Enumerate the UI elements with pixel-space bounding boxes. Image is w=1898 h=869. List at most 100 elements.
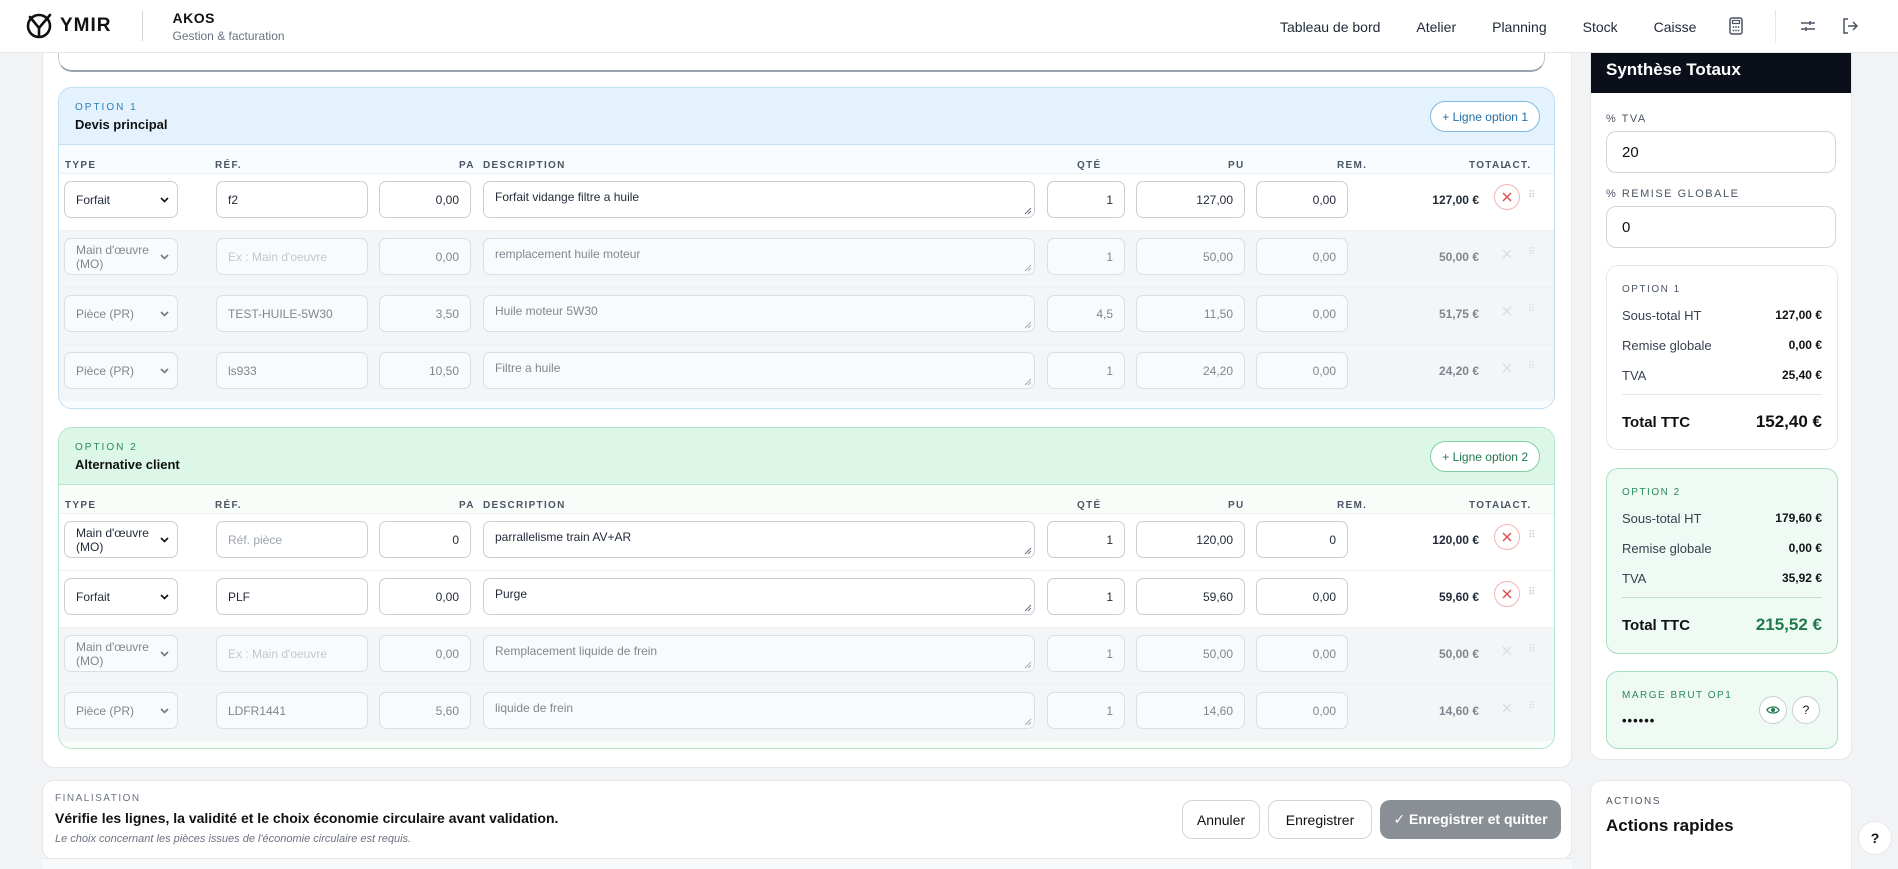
remise-input[interactable]: 0,00 [1256,181,1348,218]
pa-input[interactable]: 0,00 [379,238,471,275]
add-line-option-1-button[interactable]: + Ligne option 1 [1430,101,1540,132]
save-and-quit-button[interactable]: ✓ Enregistrer et quitter [1380,800,1561,839]
delete-line-button[interactable] [1494,298,1520,324]
resize-handle-icon[interactable] [1024,718,1032,726]
qty-input[interactable]: 1 [1047,692,1125,729]
resize-handle-icon[interactable] [1024,264,1032,272]
remise-input[interactable]: 0,00 [1256,295,1348,332]
pu-input[interactable]: 50,00 [1136,635,1245,672]
qty-input[interactable]: 1 [1047,578,1125,615]
type-select[interactable]: Main d'œuvre (MO) [64,635,178,672]
drag-handle-icon[interactable]: ⠿ [1528,588,1535,598]
description-textarea[interactable]: Huile moteur 5W30 [483,295,1035,332]
type-select[interactable]: Main d'œuvre (MO) [64,521,178,558]
sliders-icon[interactable] [1798,16,1818,36]
description-textarea[interactable]: Forfait vidange filtre a huile [483,181,1035,218]
nav-tableau-de-bord[interactable]: Tableau de bord [1280,19,1380,35]
description-textarea[interactable]: Purge [483,578,1035,615]
description-textarea[interactable]: remplacement huile moteur [483,238,1035,275]
pa-input[interactable]: 0 [379,521,471,558]
ref-input[interactable]: LDFR1441 [216,692,368,729]
ref-input[interactable]: ls933 [216,352,368,389]
pa-input[interactable]: 3,50 [379,295,471,332]
pu-input[interactable]: 127,00 [1136,181,1245,218]
pu-input[interactable]: 24,20 [1136,352,1245,389]
remise-input[interactable]: 0,00 [1256,238,1348,275]
pu-input[interactable]: 14,60 [1136,692,1245,729]
remise-input[interactable]: 0 [1256,521,1348,558]
ref-input[interactable]: PLF [216,578,368,615]
logout-icon[interactable] [1840,16,1860,36]
delete-line-button[interactable] [1494,638,1520,664]
type-select[interactable]: Pièce (PR) [64,295,178,332]
pa-input[interactable]: 0,00 [379,578,471,615]
toggle-visibility-button[interactable] [1759,696,1787,724]
type-select[interactable]: Main d'œuvre (MO) [64,238,178,275]
resize-handle-icon[interactable] [1024,604,1032,612]
nav-caisse[interactable]: Caisse [1654,19,1697,35]
qty-input[interactable]: 1 [1047,181,1125,218]
resize-handle-icon[interactable] [1024,547,1032,555]
description-textarea[interactable]: parrallelisme train AV+AR [483,521,1035,558]
pa-input[interactable]: 0,00 [379,635,471,672]
calculator-icon[interactable] [1726,16,1746,36]
description-textarea[interactable]: liquide de frein [483,692,1035,729]
drag-handle-icon[interactable]: ⠿ [1528,531,1535,541]
pa-input[interactable]: 10,50 [379,352,471,389]
qty-input[interactable]: 1 [1047,352,1125,389]
remise-globale-input[interactable]: 0 [1606,206,1836,248]
tva-input[interactable]: 20 [1606,131,1836,173]
add-line-option-2-button[interactable]: + Ligne option 2 [1430,441,1540,472]
drag-handle-icon[interactable]: ⠿ [1528,248,1535,258]
ref-input[interactable]: TEST-HUILE-5W30 [216,295,368,332]
delete-line-button[interactable] [1494,581,1520,607]
type-select[interactable]: Pièce (PR) [64,692,178,729]
qty-input[interactable]: 1 [1047,521,1125,558]
type-select[interactable]: Forfait [64,181,178,218]
delete-line-button[interactable] [1494,695,1520,721]
type-select[interactable]: Forfait [64,578,178,615]
nav-stock[interactable]: Stock [1583,19,1618,35]
drag-handle-icon[interactable]: ⠿ [1528,191,1535,201]
delete-line-button[interactable] [1494,355,1520,381]
qty-input[interactable]: 4,5 [1047,295,1125,332]
resize-handle-icon[interactable] [1024,661,1032,669]
ymir-logo[interactable]: YMIR [24,11,112,41]
help-button[interactable]: ? [1858,821,1892,855]
resize-handle-icon[interactable] [1024,321,1032,329]
delete-line-button[interactable] [1494,184,1520,210]
marge-help-button[interactable]: ? [1792,696,1820,724]
remise-input[interactable]: 0,00 [1256,352,1348,389]
qty-input[interactable]: 1 [1047,238,1125,275]
pa-input[interactable]: 0,00 [379,181,471,218]
drag-handle-icon[interactable]: ⠿ [1528,362,1535,372]
nav-planning[interactable]: Planning [1492,19,1547,35]
drag-handle-icon[interactable]: ⠿ [1528,645,1535,655]
save-button[interactable]: Enregistrer [1268,800,1372,839]
remise-input[interactable]: 0,00 [1256,578,1348,615]
ref-input[interactable]: Ex : Main d'oeuvre [216,635,368,672]
ref-input[interactable]: f2 [216,181,368,218]
remise-input[interactable]: 0,00 [1256,635,1348,672]
remise-input[interactable]: 0,00 [1256,692,1348,729]
delete-line-button[interactable] [1494,524,1520,550]
resize-handle-icon[interactable] [1024,378,1032,386]
cancel-button[interactable]: Annuler [1182,800,1260,839]
type-select[interactable]: Pièce (PR) [64,352,178,389]
description-textarea[interactable]: Remplacement liquide de frein [483,635,1035,672]
description-text: Purge [495,587,528,601]
qty-input[interactable]: 1 [1047,635,1125,672]
pu-input[interactable]: 50,00 [1136,238,1245,275]
nav-atelier[interactable]: Atelier [1416,19,1456,35]
pu-input[interactable]: 11,50 [1136,295,1245,332]
pu-input[interactable]: 120,00 [1136,521,1245,558]
ref-input[interactable]: Ex : Main d'oeuvre [216,238,368,275]
pa-input[interactable]: 5,60 [379,692,471,729]
resize-handle-icon[interactable] [1024,207,1032,215]
delete-line-button[interactable] [1494,241,1520,267]
pu-input[interactable]: 59,60 [1136,578,1245,615]
drag-handle-icon[interactable]: ⠿ [1528,702,1535,712]
description-textarea[interactable]: Filtre a huile [483,352,1035,389]
ref-input[interactable]: Réf. pièce [216,521,368,558]
drag-handle-icon[interactable]: ⠿ [1528,305,1535,315]
